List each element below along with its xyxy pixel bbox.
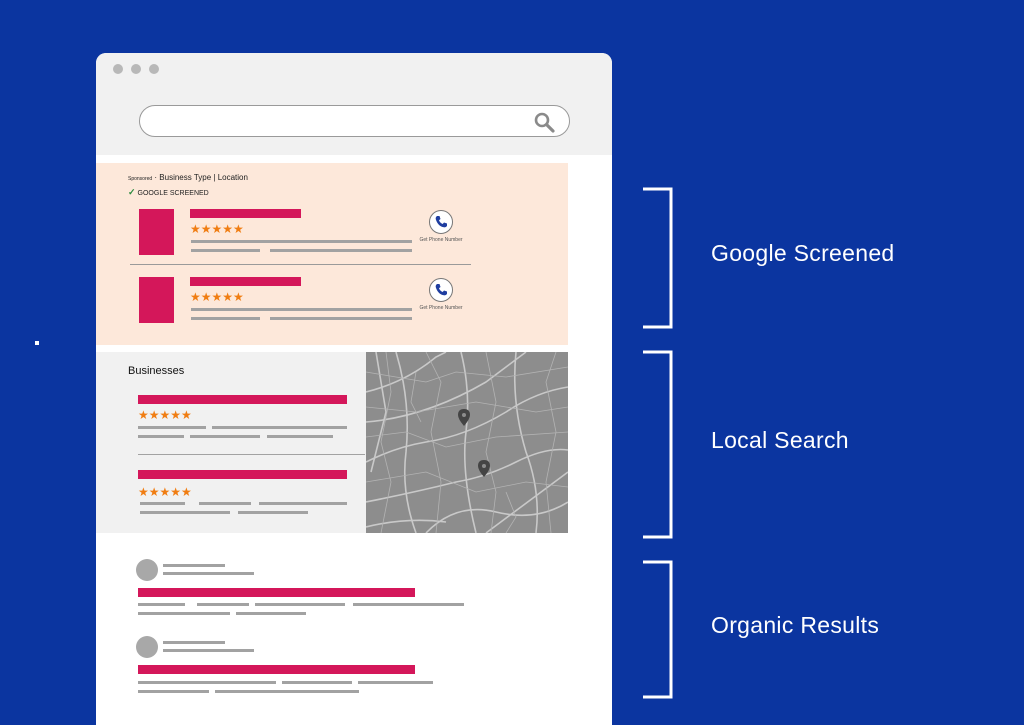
organic-title-bar[interactable] xyxy=(138,588,415,597)
text-line xyxy=(236,612,306,615)
text-line xyxy=(358,681,433,684)
text-line xyxy=(212,426,347,429)
text-line xyxy=(270,317,412,320)
text-line xyxy=(267,435,333,438)
text-line xyxy=(140,511,230,514)
listing-thumbnail xyxy=(139,209,174,255)
window-dot xyxy=(149,64,159,74)
text-line xyxy=(191,249,260,252)
text-line xyxy=(191,317,260,320)
text-line xyxy=(163,564,225,567)
listing-title-bar xyxy=(190,277,301,286)
business-title-bar[interactable] xyxy=(138,470,347,479)
organic-title-bar[interactable] xyxy=(138,665,415,674)
sponsored-panel: Sponsored · Business Type | Location ✓ GO… xyxy=(96,163,568,345)
sponsored-heading: Sponsored · Business Type | Location xyxy=(128,173,248,182)
text-line xyxy=(163,641,225,644)
text-line xyxy=(140,502,185,505)
sponsored-heading-text: · Business Type | Location xyxy=(152,173,248,182)
phone-label: Get Phone Number xyxy=(419,305,463,311)
star-rating: ★★★★★ xyxy=(138,485,192,499)
listing-thumbnail xyxy=(139,277,174,323)
text-line xyxy=(353,603,464,606)
text-line xyxy=(163,649,254,652)
business-title-bar[interactable] xyxy=(138,395,347,404)
text-line xyxy=(138,612,230,615)
decorative-dot xyxy=(35,341,39,345)
phone-icon xyxy=(435,216,447,228)
text-line xyxy=(270,249,412,252)
text-line xyxy=(199,502,251,505)
phone-icon xyxy=(435,284,447,296)
listing-divider xyxy=(138,454,365,455)
star-rating: ★★★★★ xyxy=(190,290,244,304)
local-title: Businesses xyxy=(128,365,185,377)
local-panel: Businesses ★★★★★ ★★★★★ xyxy=(96,352,568,533)
sponsored-listing[interactable]: ★★★★★ Get Phone Number xyxy=(96,273,568,343)
star-rating: ★★★★★ xyxy=(138,408,192,422)
phone-label: Get Phone Number xyxy=(419,237,463,243)
label-google-screened: Google Screened xyxy=(711,240,895,266)
text-line xyxy=(197,603,249,606)
bracket-organic-results xyxy=(643,560,673,699)
text-line xyxy=(282,681,352,684)
label-organic-results: Organic Results xyxy=(711,612,880,638)
search-input[interactable] xyxy=(139,105,570,137)
avatar xyxy=(136,559,158,581)
phone-button[interactable] xyxy=(429,278,453,302)
text-line xyxy=(191,240,412,243)
avatar xyxy=(136,636,158,658)
sponsored-tag: Sponsored xyxy=(128,176,153,182)
window-dot xyxy=(131,64,141,74)
map-area[interactable] xyxy=(366,352,568,533)
screened-badge-text: GOOGLE SCREENED xyxy=(137,190,209,197)
screened-badge: ✓ GOOGLE SCREENED xyxy=(128,187,209,198)
label-local-search: Local Search xyxy=(711,427,849,453)
text-line xyxy=(255,603,345,606)
text-line xyxy=(138,690,209,693)
browser-window: Sponsored · Business Type | Location ✓ GO… xyxy=(96,53,612,725)
bracket-google-screened xyxy=(643,187,673,329)
text-line xyxy=(138,603,185,606)
text-line xyxy=(163,572,254,575)
phone-button[interactable] xyxy=(429,210,453,234)
listing-title-bar xyxy=(190,209,301,218)
text-line xyxy=(190,435,260,438)
check-icon: ✓ xyxy=(128,187,136,197)
text-line xyxy=(238,511,308,514)
text-line xyxy=(259,502,347,505)
text-line xyxy=(215,690,359,693)
text-line xyxy=(191,308,412,311)
listing-divider xyxy=(130,264,471,265)
browser-header xyxy=(96,53,612,155)
star-rating: ★★★★★ xyxy=(190,222,244,236)
window-dot xyxy=(113,64,123,74)
text-line xyxy=(138,435,184,438)
text-line xyxy=(138,426,206,429)
bracket-local-search xyxy=(643,350,673,539)
text-line xyxy=(138,681,276,684)
search-icon[interactable] xyxy=(533,111,555,133)
